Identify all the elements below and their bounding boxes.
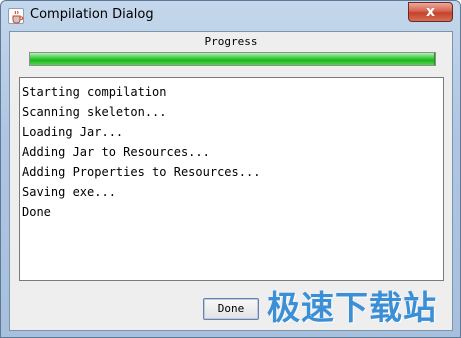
- progress-label: Progress: [204, 35, 258, 48]
- log-line: Loading Jar...: [22, 125, 124, 139]
- close-icon: x: [425, 4, 436, 20]
- log-line: Saving exe...: [22, 185, 116, 199]
- log-line: Adding Properties to Resources...: [22, 165, 261, 179]
- log-line: Starting compilation: [22, 85, 167, 99]
- done-button[interactable]: Done: [203, 298, 259, 320]
- progress-fill: [30, 53, 435, 65]
- title-bar[interactable]: Compilation Dialog x: [1, 1, 460, 31]
- java-cup-icon: [8, 8, 24, 24]
- progress-bar: [29, 52, 436, 66]
- watermark-logo: 极速下载站: [267, 288, 437, 327]
- log-line: Done: [22, 205, 51, 219]
- compilation-dialog-window: Compilation Dialog x Progress Starting c…: [0, 0, 461, 338]
- window-title: Compilation Dialog: [30, 7, 154, 22]
- compilation-log[interactable]: Starting compilation Scanning skeleton..…: [19, 77, 444, 281]
- log-line: Adding Jar to Resources...: [22, 145, 210, 159]
- close-button[interactable]: x: [408, 2, 453, 22]
- log-line: Scanning skeleton...: [22, 105, 167, 119]
